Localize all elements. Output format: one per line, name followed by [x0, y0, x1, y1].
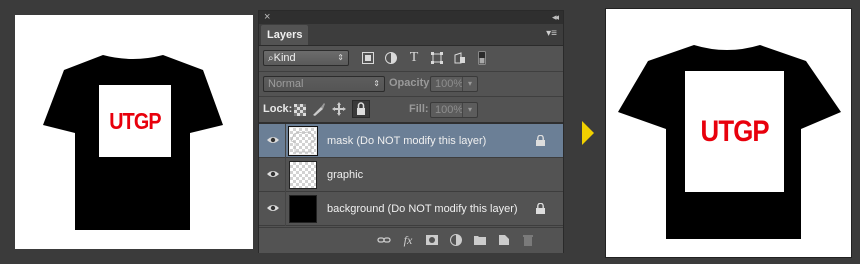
fill-value: 100%	[435, 104, 464, 116]
opacity-field[interactable]: 100% ▾	[430, 76, 478, 92]
layer-style-icon[interactable]: fx	[401, 233, 415, 247]
result-preview: UTGP	[605, 8, 852, 258]
layer-thumbnail[interactable]	[289, 195, 317, 223]
fill-label: Fill:	[409, 103, 429, 115]
close-icon[interactable]: ×	[264, 11, 270, 24]
layer-lock-icon	[536, 135, 545, 146]
lock-transparent-icon[interactable]	[294, 103, 306, 116]
link-layers-icon[interactable]	[377, 233, 391, 247]
lock-all-icon[interactable]	[352, 100, 370, 118]
blend-row: Normal ⇕ Opacity: 100% ▾	[259, 72, 563, 96]
adjustment-filter-icon[interactable]	[383, 50, 399, 66]
layer-name: background (Do NOT modify this layer)	[327, 203, 518, 215]
dropdown-arrows-icon: ⇕	[373, 79, 380, 88]
panel-footer: fx	[259, 227, 563, 253]
print-text: UTGP	[109, 107, 161, 134]
divider	[285, 124, 286, 158]
lock-position-icon[interactable]	[332, 102, 346, 116]
print-area: UTGP	[99, 85, 171, 157]
layer-thumbnail[interactable]	[288, 126, 318, 156]
fill-field[interactable]: 100% ▾	[430, 102, 478, 118]
panel-tab-bar: Layers ▾≡	[259, 24, 563, 46]
print-text: UTGP	[700, 114, 769, 148]
type-filter-icon[interactable]: T	[406, 50, 422, 66]
arrow-right-icon	[582, 121, 594, 145]
panel-title-bar: × ◂◂	[259, 11, 563, 24]
chevron-down-icon[interactable]: ▾	[462, 103, 477, 117]
layer-name: graphic	[327, 169, 364, 181]
panel-menu-icon[interactable]: ▾≡	[546, 28, 557, 40]
original-preview: UTGP	[15, 15, 253, 249]
new-group-icon[interactable]	[473, 233, 487, 247]
adjustment-layer-icon[interactable]	[449, 233, 463, 247]
new-layer-icon[interactable]	[497, 233, 511, 247]
filter-row: ⌕Kind ⇕ T	[259, 46, 563, 71]
add-mask-icon[interactable]	[425, 233, 439, 247]
chevron-down-icon[interactable]: ▾	[462, 77, 477, 91]
divider	[285, 158, 286, 192]
lock-label: Lock:	[263, 103, 293, 115]
layer-thumbnail[interactable]	[289, 161, 317, 189]
tab-layers[interactable]: Layers	[261, 25, 309, 45]
shape-filter-icon[interactable]	[429, 50, 445, 66]
divider	[285, 192, 286, 226]
collapse-icon[interactable]: ◂◂	[552, 11, 559, 24]
opacity-value: 100%	[435, 78, 464, 90]
layer-row-mask[interactable]: mask (Do NOT modify this layer)	[259, 124, 563, 158]
filter-toggle-icon[interactable]	[474, 50, 490, 66]
blend-mode-value: Normal	[268, 78, 304, 90]
layers-panel: × ◂◂ Layers ▾≡ ⌕Kind ⇕ T Normal ⇕ Opacit…	[258, 10, 564, 253]
lock-row: Lock: Fill: 100% ▾	[259, 97, 563, 122]
visibility-eye-icon[interactable]	[266, 133, 280, 147]
smart-object-filter-icon[interactable]	[452, 50, 468, 66]
filter-icons: T	[360, 50, 490, 66]
visibility-eye-icon[interactable]	[266, 167, 280, 181]
visibility-eye-icon[interactable]	[266, 201, 280, 215]
print-area: UTGP	[685, 71, 784, 192]
layer-row-background[interactable]: background (Do NOT modify this layer)	[259, 192, 563, 226]
dropdown-arrows-icon: ⇕	[337, 53, 344, 62]
layer-name: mask (Do NOT modify this layer)	[327, 135, 487, 147]
opacity-label: Opacity:	[389, 77, 434, 89]
image-filter-icon[interactable]	[360, 50, 376, 66]
lock-image-icon[interactable]	[312, 102, 326, 116]
layer-row-graphic[interactable]: graphic	[259, 158, 563, 192]
layer-lock-icon	[536, 203, 545, 214]
kind-filter-dropdown[interactable]: ⌕Kind ⇕	[263, 50, 349, 66]
delete-layer-icon[interactable]	[521, 233, 535, 247]
kind-label: Kind	[273, 52, 296, 64]
blend-mode-dropdown[interactable]: Normal ⇕	[263, 76, 385, 92]
